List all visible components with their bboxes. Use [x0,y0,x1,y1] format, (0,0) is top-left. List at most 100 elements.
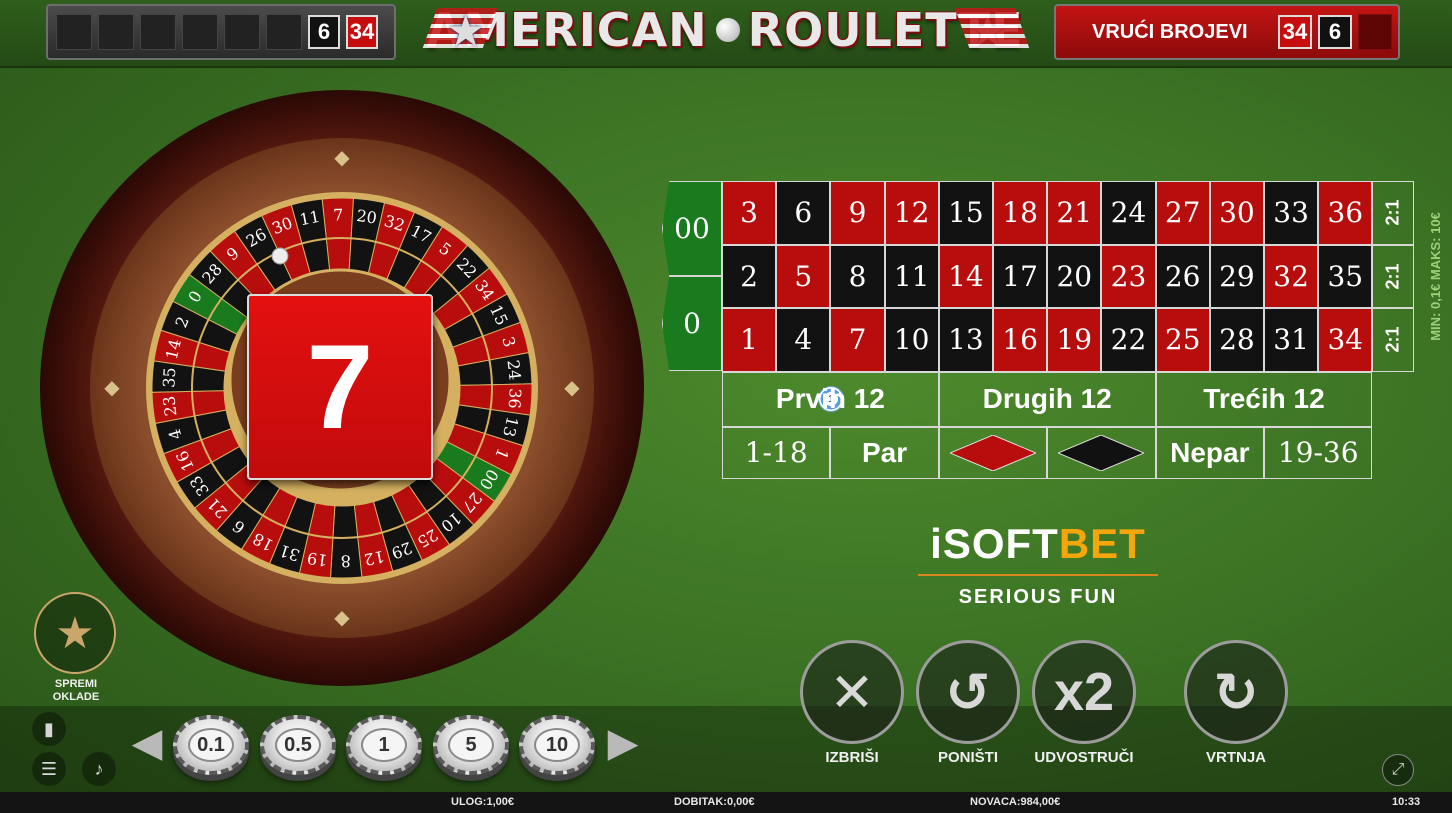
diamond-marker-icon: ◆ [104,377,120,399]
chip-value: 1 [361,728,407,762]
bet-number-32[interactable]: 32 [1264,244,1319,308]
history-number: 6 [308,15,340,49]
bet-number-10[interactable]: 10 [884,308,939,372]
wheel-pocket-number: 23 [159,395,180,417]
fullscreen-button[interactable]: ⤢ [1382,754,1414,786]
bet-number-8[interactable]: 8 [830,244,885,308]
bet-number-14[interactable]: 14 [938,244,993,308]
bet-number-19[interactable]: 19 [1047,308,1102,372]
bet-number-23[interactable]: 23 [1101,244,1156,308]
wheel-pocket-number: 7 [333,205,344,224]
logo-letter-i: i [930,520,943,567]
bet-column-2[interactable]: 2:1 [1372,244,1415,308]
bet-number-22[interactable]: 22 [1101,308,1156,372]
bet-dozen-1[interactable]: Prvih 12 [722,371,939,427]
bet-number-35[interactable]: 35 [1318,244,1373,308]
clear-bets-button[interactable]: ✕ [800,640,904,744]
bet-number-33[interactable]: 33 [1264,181,1319,245]
chevron-right-icon: ▶ [607,721,639,765]
red-diamond-icon [949,434,1036,471]
external-link-icon: ⤢ [1391,761,1405,778]
bet-number-16[interactable]: 16 [993,308,1048,372]
spin-button[interactable]: ↻ [1184,640,1288,744]
bet-1-18[interactable]: 1-18 [722,426,831,479]
bet-number-15[interactable]: 15 [938,181,993,245]
wheel-pocket-number: 35 [159,367,179,388]
bet-number-11[interactable]: 11 [884,244,939,308]
bet-odd[interactable]: Nepar [1155,426,1264,479]
chip-1[interactable]: 1 [346,715,422,775]
statistics-button[interactable]: ▮ [32,712,66,746]
bet-number-21[interactable]: 21 [1047,181,1102,245]
bet-number-31[interactable]: 31 [1264,308,1319,372]
chip-10[interactable]: 10 [519,715,595,775]
bet-column-1[interactable]: 2:1 [1372,181,1415,245]
bet-number-3[interactable]: 3 [722,181,777,245]
bet-number-20[interactable]: 20 [1047,244,1102,308]
bet-black[interactable] [1047,426,1156,479]
double-bets-button[interactable]: x2 [1032,640,1136,744]
bet-even[interactable]: Par [830,426,939,479]
bet-number-2[interactable]: 2 [722,244,777,308]
chip-0-5[interactable]: 0.5 [260,715,336,775]
bet-number-30[interactable]: 30 [1209,181,1264,245]
double-bets-label: UDVOSTRUČI [1034,749,1134,766]
bet-number-4[interactable]: 4 [776,308,831,372]
undo-button[interactable]: ↺ [916,640,1020,744]
bet-number-36[interactable]: 36 [1318,181,1373,245]
chips-next-button[interactable]: ▶ [607,718,639,768]
bet-number-25[interactable]: 25 [1155,308,1210,372]
bet-number-9[interactable]: 9 [830,181,885,245]
speaker-icon: ♪ [94,758,104,779]
bet-column-3[interactable]: 2:1 [1372,308,1415,372]
bet-number-12[interactable]: 12 [884,181,939,245]
win-label: DOBITAK: [674,796,727,808]
bet-number-1[interactable]: 1 [722,308,777,372]
bet-number-6[interactable]: 6 [776,181,831,245]
chips-prev-button[interactable]: ◀ [132,718,163,768]
bet-number-34[interactable]: 34 [1318,308,1373,372]
bet-number-24[interactable]: 24 [1101,181,1156,245]
menu-button[interactable]: ☰ [32,752,66,786]
roulette-ball [271,247,289,265]
bet-double-zero[interactable]: 00 [662,181,722,276]
bet-number-5[interactable]: 5 [776,244,831,308]
bet-label: ULOG: [451,796,487,808]
logo-divider [918,574,1158,576]
bet-number-29[interactable]: 29 [1209,244,1264,308]
status-bar: ULOG:1,00€ DOBITAK:0,00€ NOVACA:984,00€ … [0,792,1452,813]
bet-number-7[interactable]: 7 [830,308,885,372]
history-slot [224,14,260,50]
bet-number-18[interactable]: 18 [993,181,1048,245]
bet-dozen-3[interactable]: Trećih 12 [1155,371,1373,427]
history-slot [182,14,218,50]
win-value: 0,00€ [726,796,755,808]
chip-0-1[interactable]: 0.1 [173,715,249,775]
column-bet-label: 2:1 [1382,326,1403,353]
bet-number-17[interactable]: 17 [993,244,1048,308]
bet-zero[interactable]: 0 [662,276,722,371]
x2-icon: x2 [1053,662,1115,722]
balance-value: 984,00€ [1020,796,1061,808]
diamond-marker-icon: ◆ [564,377,580,399]
recent-results: 6 34 [46,4,396,60]
balance: NOVACA:984,00€ [970,796,1060,808]
save-bets-button[interactable]: ★ [34,592,116,674]
bet-19-36[interactable]: 19-36 [1264,426,1373,479]
undo-icon: ↺ [945,662,991,723]
column-bet-label: 2:1 [1382,263,1403,290]
bet-red[interactable] [938,426,1048,479]
bet-number-26[interactable]: 26 [1155,244,1210,308]
bet-number-27[interactable]: 27 [1155,181,1210,245]
chip-5[interactable]: 5 [433,715,509,775]
clock: 10:33 [1392,796,1421,808]
save-bets-label: SPREMI OKLADE [36,678,116,704]
close-icon: ✕ [829,662,875,723]
bet-number-13[interactable]: 13 [938,308,993,372]
bet-number-28[interactable]: 28 [1209,308,1264,372]
sound-button[interactable]: ♪ [82,752,116,786]
balance-label: NOVACA: [970,796,1021,808]
save-bets-label-line2: OKLADE [52,691,100,703]
bet-dozen-2[interactable]: Drugih 12 [938,371,1156,427]
history-slot [266,14,302,50]
